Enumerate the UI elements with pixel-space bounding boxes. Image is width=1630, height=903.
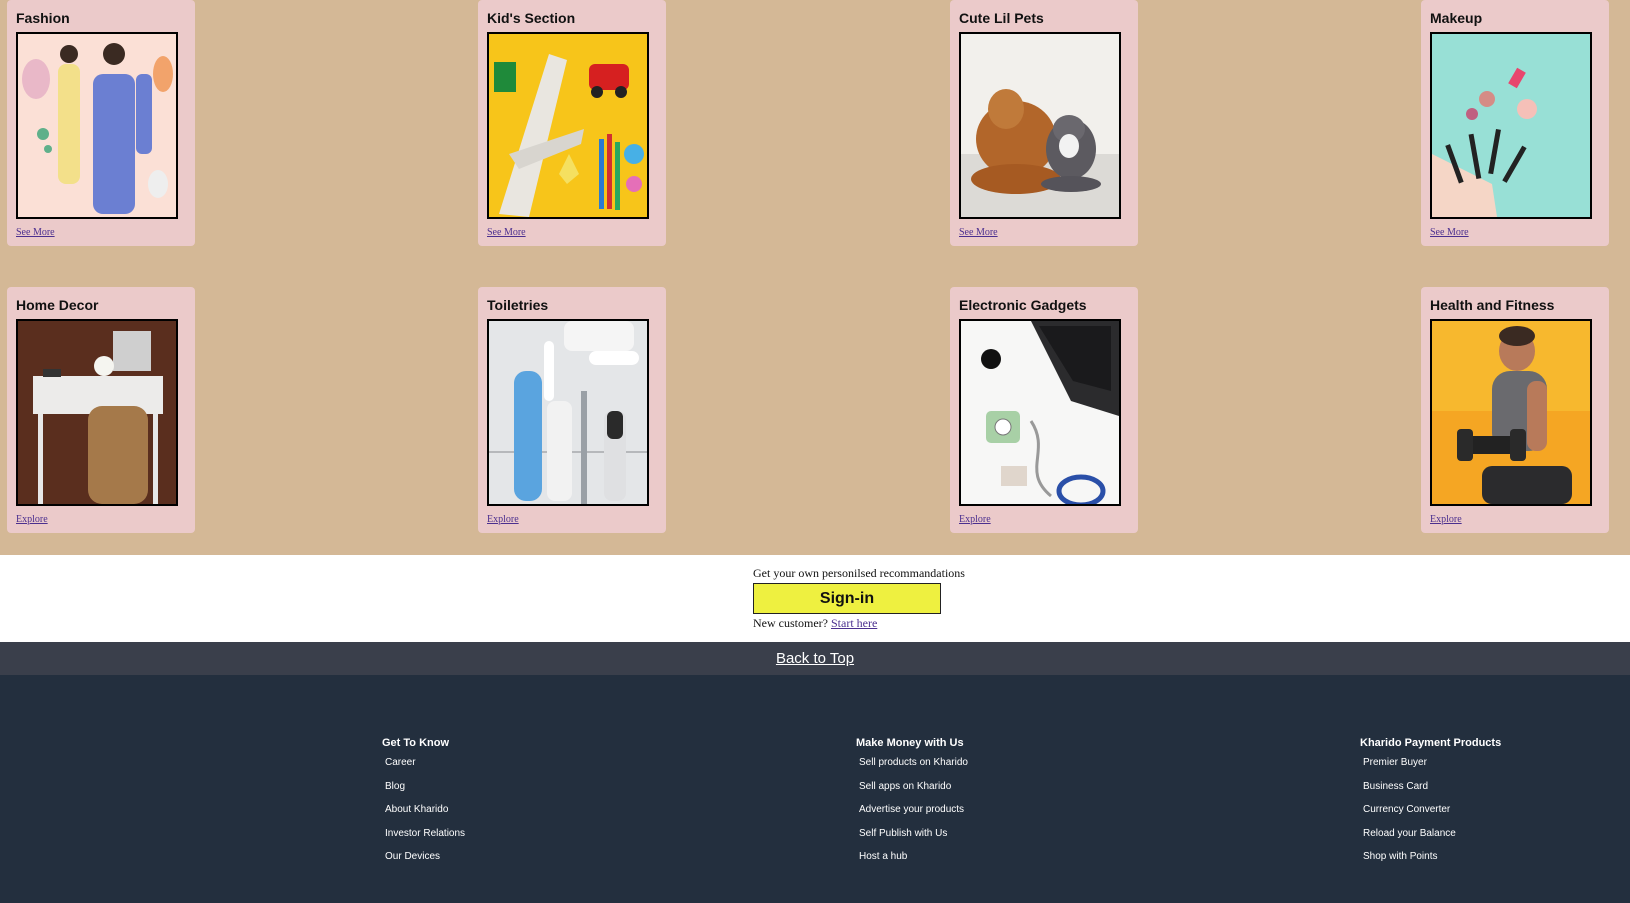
category-card-kids: Kid's Section See More: [478, 0, 666, 246]
footer-column-payment-products: Kharido Payment Products Premier Buyer B…: [1360, 737, 1501, 875]
signin-prompt: Get your own personilsed recommandations: [753, 566, 965, 580]
toiletries-image[interactable]: [487, 319, 649, 506]
card-title: Kid's Section: [487, 10, 576, 26]
explore-link[interactable]: Explore: [959, 514, 1129, 525]
electronics-image[interactable]: [959, 319, 1121, 506]
card-title: Makeup: [1430, 10, 1483, 26]
category-card-toiletries: Toiletries Explore: [478, 287, 666, 533]
footer-column-make-money: Make Money with Us Sell products on Khar…: [856, 737, 968, 875]
footer-link[interactable]: Currency Converter: [1363, 804, 1501, 816]
footer: Get To Know Career Blog About Kharido In…: [0, 675, 1630, 903]
health-fitness-image[interactable]: [1430, 319, 1592, 506]
explore-link[interactable]: Explore: [487, 514, 657, 525]
card-title: Fashion: [16, 10, 70, 26]
fashion-image[interactable]: [16, 32, 178, 219]
footer-link[interactable]: Advertise your products: [859, 804, 968, 816]
footer-link[interactable]: Sell apps on Kharido: [859, 781, 968, 793]
footer-link[interactable]: Investor Relations: [385, 828, 465, 840]
back-to-top-bar: Back to Top: [0, 642, 1630, 675]
signin-box: Get your own personilsed recommandations…: [753, 566, 1013, 631]
start-here-link[interactable]: Start here: [831, 616, 877, 630]
card-title: Health and Fitness: [1430, 297, 1555, 313]
category-card-makeup: Makeup See More: [1421, 0, 1609, 246]
back-to-top-link[interactable]: Back to Top: [776, 650, 854, 667]
footer-link[interactable]: Reload your Balance: [1363, 828, 1501, 840]
see-more-link[interactable]: See More: [487, 227, 657, 238]
footer-heading: Kharido Payment Products: [1360, 737, 1502, 749]
card-title: Cute Lil Pets: [959, 10, 1044, 26]
explore-link[interactable]: Explore: [16, 514, 186, 525]
see-more-link[interactable]: See More: [16, 227, 186, 238]
signin-button[interactable]: Sign-in: [753, 583, 941, 614]
footer-link[interactable]: Self Publish with Us: [859, 828, 968, 840]
card-title: Electronic Gadgets: [959, 297, 1087, 313]
category-card-health-fitness: Health and Fitness Explore: [1421, 287, 1609, 533]
category-card-electronics: Electronic Gadgets Explore: [950, 287, 1138, 533]
makeup-image[interactable]: [1430, 32, 1592, 219]
footer-link[interactable]: About Kharido: [385, 804, 465, 816]
pets-image[interactable]: [959, 32, 1121, 219]
new-customer-text: New customer?: [753, 616, 828, 630]
category-card-pets: Cute Lil Pets See More: [950, 0, 1138, 246]
explore-link[interactable]: Explore: [1430, 514, 1600, 525]
footer-link[interactable]: Sell products on Kharido: [859, 757, 968, 769]
category-card-fashion: Fashion See More: [7, 0, 195, 246]
footer-link[interactable]: Blog: [385, 781, 465, 793]
footer-column-get-to-know: Get To Know Career Blog About Kharido In…: [382, 737, 465, 875]
category-grid: Fashion See More Kid's Section See More …: [0, 0, 1630, 555]
card-title: Home Decor: [16, 297, 99, 313]
footer-link[interactable]: Our Devices: [385, 851, 465, 863]
category-card-home-decor: Home Decor Explore: [7, 287, 195, 533]
home-decor-image[interactable]: [16, 319, 178, 506]
footer-link[interactable]: Business Card: [1363, 781, 1501, 793]
footer-link[interactable]: Career: [385, 757, 465, 769]
footer-heading: Get To Know: [382, 737, 450, 749]
footer-heading: Make Money with Us: [856, 737, 964, 749]
kids-image[interactable]: [487, 32, 649, 219]
see-more-link[interactable]: See More: [959, 227, 1129, 238]
see-more-link[interactable]: See More: [1430, 227, 1600, 238]
new-customer-line: New customer? Start here: [753, 616, 1013, 631]
footer-link[interactable]: Host a hub: [859, 851, 968, 863]
footer-link[interactable]: Premier Buyer: [1363, 757, 1501, 769]
card-title: Toiletries: [487, 297, 549, 313]
footer-link[interactable]: Shop with Points: [1363, 851, 1501, 863]
signin-section: Get your own personilsed recommandations…: [0, 555, 1630, 642]
